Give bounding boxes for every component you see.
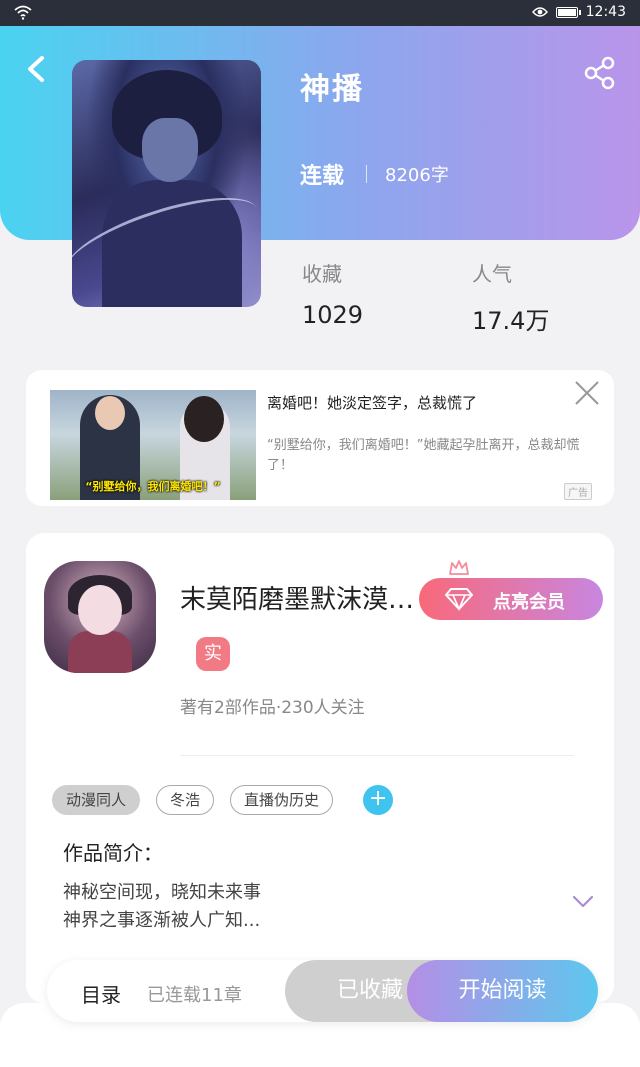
word-count: 8206字 [385,165,449,186]
favorites-value: 1029 [302,301,364,329]
ad-banner[interactable]: “别墅给你，我们离婚吧！” 离婚吧！她淡定签字，总裁慌了 “别墅给你，我们离婚吧… [26,370,614,506]
favorites-stat: 收藏 1029 [302,258,363,329]
popularity-value: 17.4万 [472,307,550,335]
status-bar: 12:43 [0,0,640,26]
favorites-label: 收藏 [302,262,342,286]
chapter-count[interactable]: 已连载11章 [147,981,242,1007]
ad-headline[interactable]: 离婚吧！她淡定签字，总裁慌了 [267,392,477,413]
intro-text: 神秘空间现，晓知未来事 神界之事逐渐被人广知... [63,879,523,935]
close-icon[interactable] [574,380,600,406]
divider [366,165,368,183]
book-title: 神播 [300,72,364,107]
popularity-label: 人气 [472,262,512,286]
tag-item[interactable]: 动漫同人 [52,785,141,815]
add-tag-button[interactable]: + [363,785,394,815]
serial-status: 连载 [300,164,345,189]
intro-line: 神秘空间现，晓知未来事 [63,882,261,903]
book-status-line: 连载 8206字 [300,158,449,190]
toc-button[interactable]: 目录 [81,979,121,1008]
back-icon[interactable] [24,54,48,84]
verified-badge: 实 [196,637,230,671]
ad-image[interactable]: “别墅给你，我们离婚吧！” [50,390,256,500]
author-name[interactable]: 末莫陌磨墨默沫漠… [180,579,430,616]
action-bar: 目录 已连载11章 已收藏 开始阅读 [47,960,598,1022]
tag-item[interactable]: 冬浩 [156,785,215,815]
diamond-icon [445,588,473,611]
status-time: 12:43 [585,4,626,20]
divider [180,755,574,756]
popularity-stat: 人气 17.4万 [472,258,549,336]
ad-image-caption: “别墅给你，我们离婚吧！” [85,480,221,493]
vip-button-label: 点亮会员 [493,592,565,613]
vip-button[interactable]: 点亮会员 [419,578,603,620]
chevron-down-icon[interactable] [572,895,594,909]
battery-icon [555,6,581,18]
ad-description: “别墅给你，我们离婚吧！”她藏起孕肚离开，总裁却慌了！ [267,438,580,473]
tag-item[interactable]: 直播伪历史 [230,785,334,815]
author-card: 末莫陌磨墨默沫漠… 实 著有2部作品·230人关注 点亮会员 动漫同人 冬浩 直… [26,533,614,1003]
eye-icon [531,7,548,17]
share-icon[interactable] [584,56,616,90]
intro-title: 作品简介： [63,841,163,865]
author-meta: 著有2部作品·230人关注 [180,698,365,718]
intro-line: 神界之事逐渐被人广知... [63,910,261,931]
start-reading-button[interactable]: 开始阅读 [407,960,598,1022]
wifi-icon [14,5,32,20]
ad-tag: 广告 [564,483,592,500]
book-cover-image[interactable] [72,60,261,307]
tag-list: 动漫同人 冬浩 直播伪历史 + [52,785,394,815]
crown-icon [449,560,469,575]
author-avatar[interactable] [44,561,156,673]
